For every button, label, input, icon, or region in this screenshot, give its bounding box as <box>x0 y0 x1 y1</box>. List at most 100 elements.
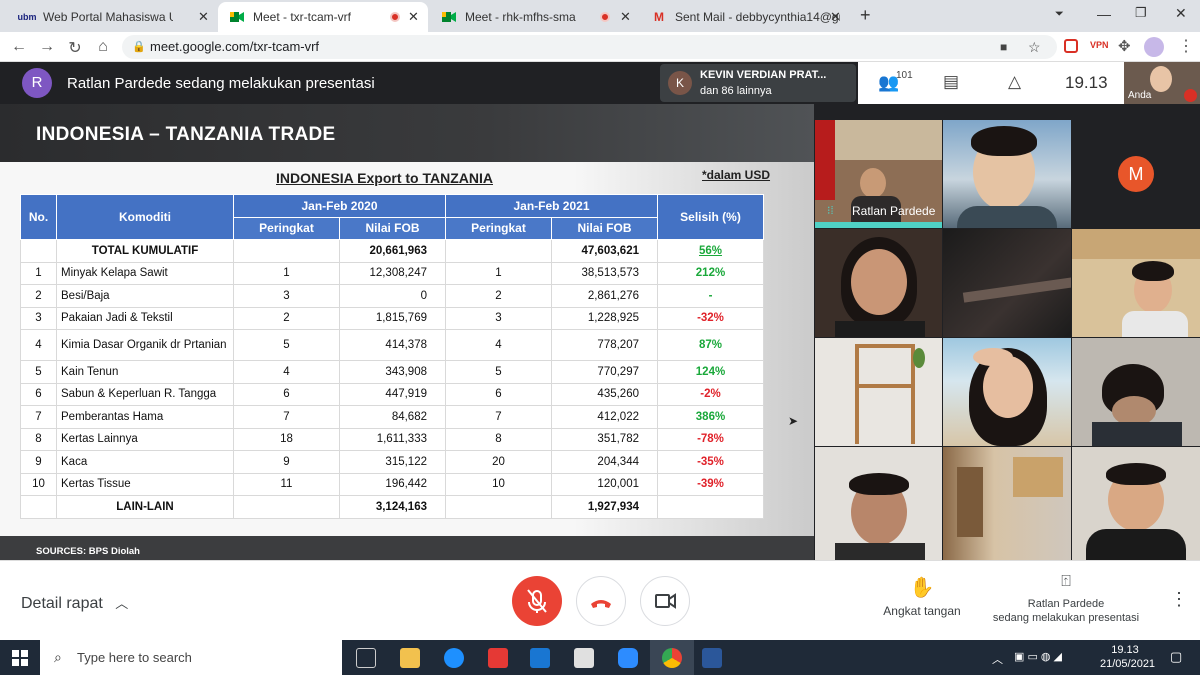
total-row: TOTAL KUMULATIF 20,661,963 47,603,621 56… <box>20 239 764 263</box>
windows-start-icon[interactable] <box>12 650 28 666</box>
commodity-name: Kaca <box>56 450 234 474</box>
restore-icon[interactable]: ❐ <box>1135 5 1147 21</box>
participant-tile[interactable] <box>943 229 1071 337</box>
profile-avatar[interactable] <box>1144 37 1164 57</box>
participant-tile[interactable] <box>815 338 942 446</box>
participant-tile[interactable] <box>1072 338 1200 446</box>
participant-tile[interactable] <box>1072 447 1200 560</box>
taskbar-date: 21/05/2021 <box>1100 658 1156 670</box>
value-2021: 120,001 <box>551 472 658 496</box>
camera-toggle-button[interactable] <box>640 576 690 626</box>
bookmark-star-icon[interactable]: ☆ <box>1028 35 1041 59</box>
self-view-tile[interactable]: Anda <box>1124 62 1200 104</box>
chat-icon[interactable]: ▤ <box>943 72 959 92</box>
participant-tile[interactable]: M <box>1072 120 1200 228</box>
minimize-icon[interactable]: — <box>1097 6 1111 22</box>
raise-hand-label: Angkat tangan <box>883 604 961 618</box>
close-tab-icon[interactable]: ✕ <box>830 9 841 25</box>
close-tab-icon[interactable]: ✕ <box>620 9 631 25</box>
close-tab-icon[interactable]: ✕ <box>198 9 209 25</box>
edge-icon[interactable] <box>444 648 464 668</box>
taskbar-clock[interactable]: 19.13 21/05/2021 <box>1100 644 1156 670</box>
chevron-up-icon: ︿ <box>115 596 129 611</box>
row-number: 8 <box>20 427 57 451</box>
presentation-status-button[interactable]: ⍐ Ratlan Pardede sedang melakukan presen… <box>982 573 1150 624</box>
table-row: 9 Kaca 9 315,122 20 204,344 -35% <box>20 450 764 474</box>
value-2020: 447,919 <box>339 382 446 406</box>
home-icon[interactable]: ⌂ <box>94 38 112 56</box>
tab-ubm-portal[interactable]: ubm Web Portal Mahasiswa UBM ✕ <box>8 2 218 32</box>
tab-meet-rhk[interactable]: Meet - rhk-mfhs-sma ✕ <box>430 2 640 32</box>
close-window-icon[interactable]: ✕ <box>1175 5 1187 22</box>
raise-hand-button[interactable]: ✋ Angkat tangan <box>870 575 974 618</box>
chrome-taskbar-button[interactable] <box>650 640 694 675</box>
recording-icon <box>390 12 400 22</box>
mouse-cursor-icon: ➤ <box>788 414 799 428</box>
participant-tile[interactable] <box>815 447 942 560</box>
speaker-name: KEVIN VERDIAN PRAT... <box>700 69 827 81</box>
task-view-icon[interactable] <box>356 648 376 668</box>
value-2020: 1,815,769 <box>339 306 446 330</box>
forward-icon[interactable]: → <box>38 38 56 56</box>
address-bar[interactable]: 🔒 meet.google.com/txr-tcam-vrf ■ ☆ <box>122 35 1057 59</box>
commodity-name: Besi/Baja <box>56 284 234 308</box>
row-number: 1 <box>20 261 57 285</box>
tray-icons[interactable]: ▣ ▭ ◍ ◢ <box>1014 650 1062 663</box>
row-number: 5 <box>20 360 57 384</box>
word-icon[interactable] <box>702 648 722 668</box>
new-tab-icon[interactable]: + <box>860 5 871 26</box>
table-row: 5 Kain Tenun 4 343,908 5 770,297 124% <box>20 360 764 384</box>
more-menu-icon[interactable]: ⋮ <box>1178 36 1194 56</box>
header-peringkat-2020: Peringkat <box>233 216 340 240</box>
vpn-extension-icon[interactable]: VPN <box>1090 40 1109 50</box>
search-icon: ⌕ <box>54 649 62 665</box>
tab-gmail[interactable]: M Sent Mail - debbycynthia14@gm ✕ <box>640 2 850 32</box>
participant-tile[interactable] <box>1072 229 1200 337</box>
speaking-indicator <box>815 222 942 228</box>
total-selisih: 56% <box>657 239 764 263</box>
mail-icon[interactable] <box>530 648 550 668</box>
back-icon[interactable]: ← <box>10 38 28 56</box>
extension-icon[interactable] <box>1064 39 1078 53</box>
change-percent: -2% <box>657 382 764 406</box>
meet-icon <box>442 11 456 23</box>
table-row: 7 Pemberantas Hama 7 84,682 7 412,022 386% <box>20 405 764 429</box>
mic-toggle-button[interactable] <box>512 576 562 626</box>
participant-tile[interactable] <box>815 229 942 337</box>
active-speaker-card: K KEVIN VERDIAN PRAT... dan 86 lainnya <box>660 64 856 102</box>
meeting-details-button[interactable]: Detail rapat ︿ <box>21 593 128 613</box>
slide-body: INDONESIA Export to TANZANIA *dalam USD … <box>0 162 814 560</box>
participant-tile[interactable]: ⁝⁞ Ratlan Pardede <box>815 120 942 228</box>
table-row: 1 Minyak Kelapa Sawit 1 12,308,247 1 38,513,5… <box>20 261 764 285</box>
participant-tile[interactable] <box>943 120 1071 228</box>
store-icon[interactable] <box>574 648 594 668</box>
header-period-2020: Jan-Feb 2020 <box>233 194 446 218</box>
camera-indicator-icon[interactable]: ■ <box>1000 35 1007 59</box>
row-number: 9 <box>20 450 57 474</box>
zoom-icon[interactable] <box>618 648 638 668</box>
tray-chevron-icon[interactable]: ︿ <box>992 651 1003 667</box>
header-nilai-2020: Nilai FOB <box>339 216 446 240</box>
participant-tile[interactable] <box>943 447 1071 560</box>
commodity-name: Kertas Tissue <box>56 472 234 496</box>
value-2021: 435,260 <box>551 382 658 406</box>
participant-tile[interactable] <box>943 338 1071 446</box>
tab-meet-txr[interactable]: Meet - txr-tcam-vrf ✕ <box>218 2 428 32</box>
taskbar-search-box[interactable]: ⌕ Type here to search <box>40 640 342 675</box>
hangup-icon <box>591 600 611 608</box>
close-tab-icon[interactable]: ✕ <box>408 9 419 25</box>
tab-search-icon[interactable]: ⏷ <box>1055 8 1064 21</box>
reload-icon[interactable]: ↻ <box>66 38 84 58</box>
extensions-puzzle-icon[interactable]: ✥ <box>1118 37 1131 55</box>
presentation-slide: INDONESIA – TANZANIA TRADE INDONESIA Exp… <box>0 104 814 560</box>
leave-call-button[interactable] <box>576 576 626 626</box>
more-options-icon[interactable]: ⋮ <box>1170 589 1188 610</box>
gift-app-icon[interactable] <box>488 648 508 668</box>
activities-icon[interactable]: △ <box>1008 72 1021 92</box>
meet-clock: 19.13 <box>1065 73 1108 92</box>
value-2020: 84,682 <box>339 405 446 429</box>
file-explorer-icon[interactable] <box>400 648 420 668</box>
header-no: No. <box>20 194 57 240</box>
participant-count: 101 <box>896 70 913 81</box>
notification-icon[interactable]: ▢ <box>1170 649 1182 665</box>
